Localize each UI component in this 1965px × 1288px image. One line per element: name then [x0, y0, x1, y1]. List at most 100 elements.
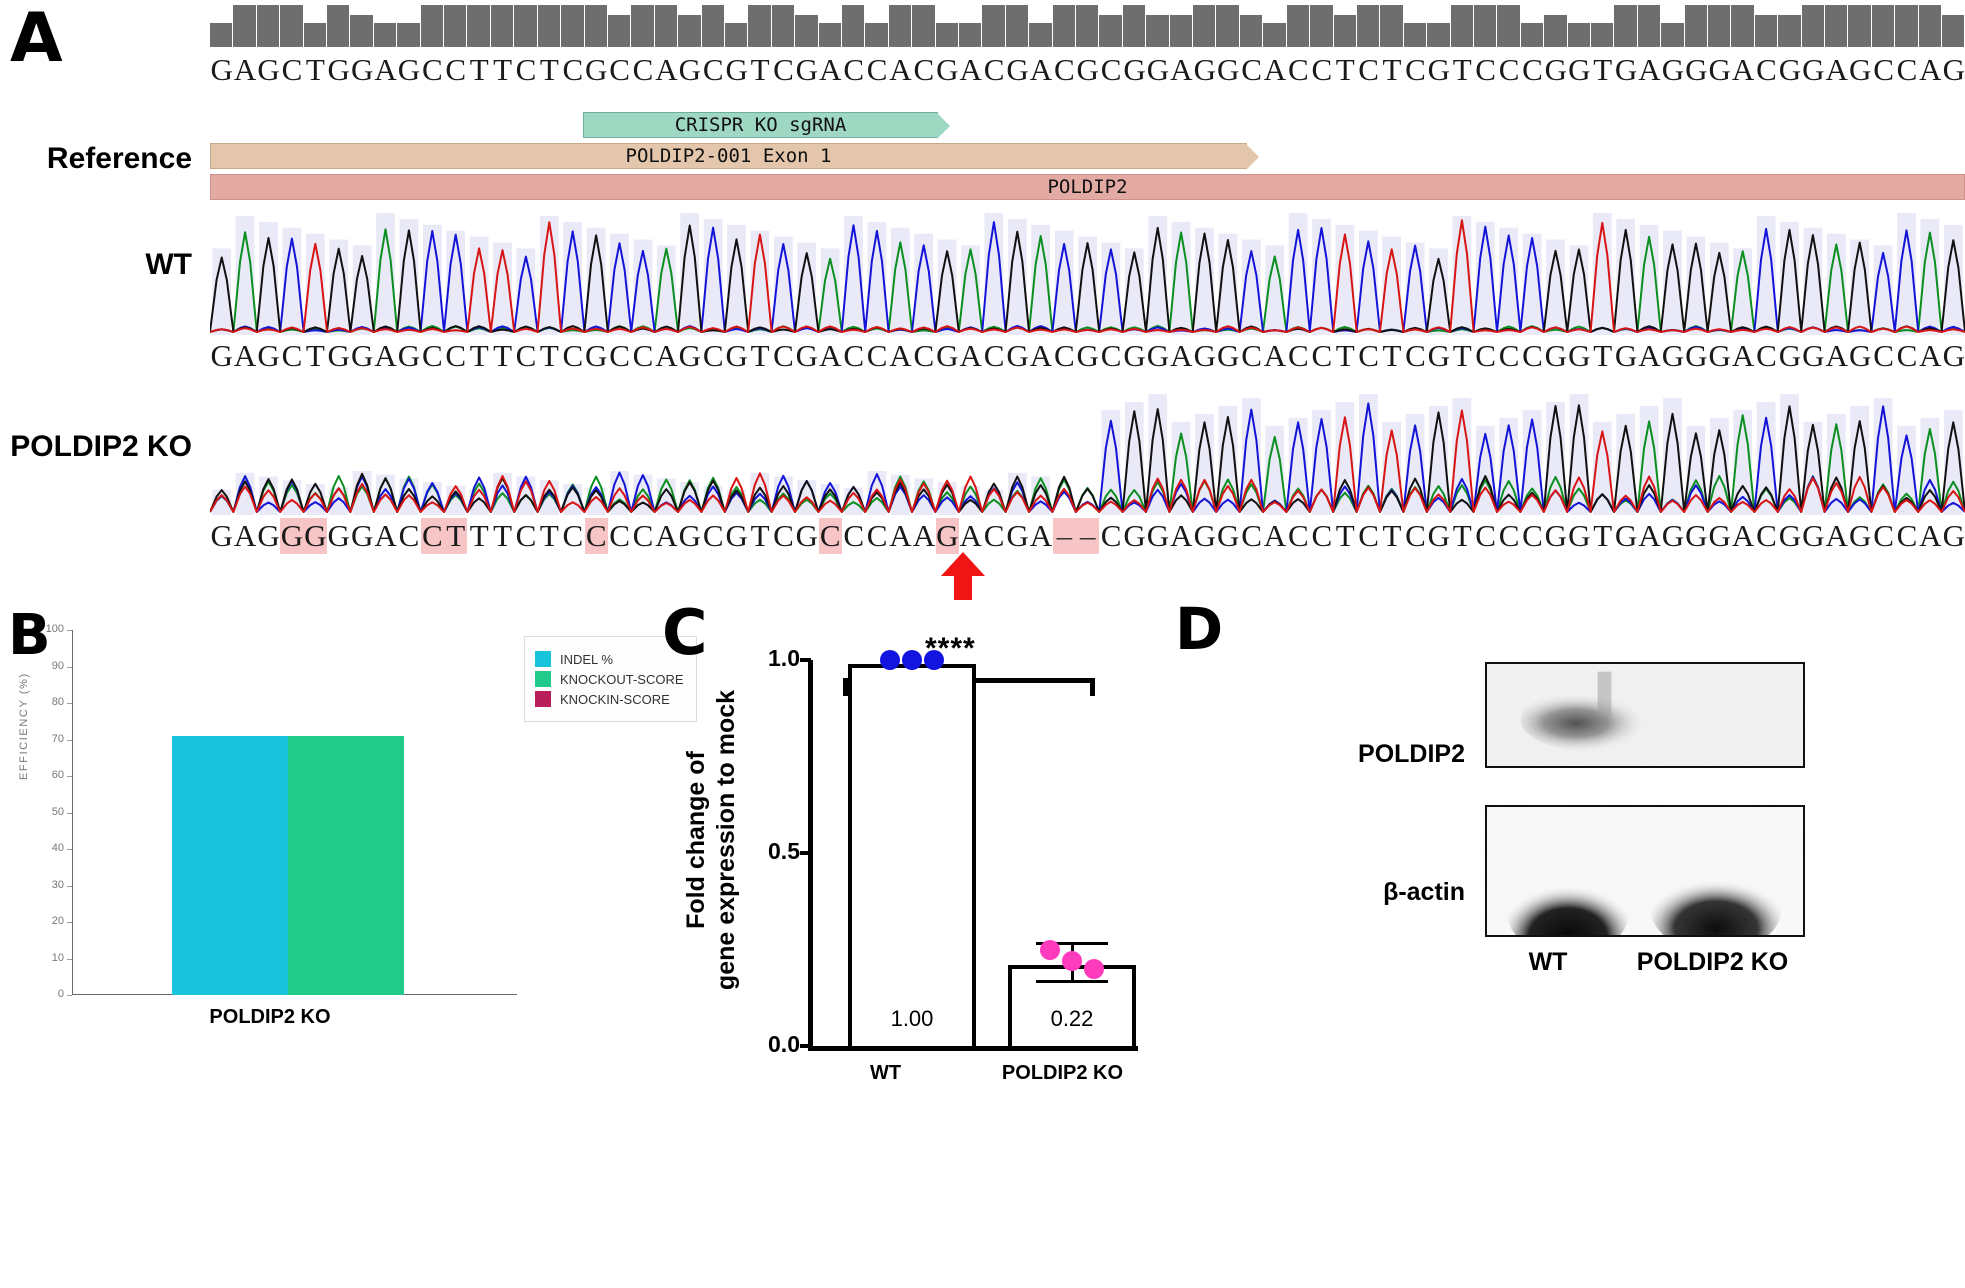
c-data-point[interactable]: [1084, 958, 1104, 979]
c-data-point[interactable]: [924, 650, 944, 670]
sequence-base: A: [1170, 338, 1193, 373]
quality-bar: [1567, 22, 1591, 47]
quality-bar: [1544, 15, 1568, 47]
b-y-tick-label: 70: [51, 732, 64, 745]
c-bar-value-label: 1.00: [890, 1006, 934, 1031]
c-y-tick-mark: [800, 851, 811, 855]
sequence-base: T: [444, 518, 468, 554]
sequence-base: G: [1544, 338, 1568, 373]
quality-bar: [1169, 15, 1194, 47]
sequence-base: C: [1241, 338, 1262, 373]
quality-bar: [467, 5, 491, 47]
sequence-base: C: [1288, 518, 1309, 553]
sequence-base: G: [1193, 338, 1216, 373]
sequence-base: C: [1311, 518, 1333, 553]
quality-bar: [678, 15, 702, 47]
sequence-base: G: [210, 338, 233, 373]
quality-bar: [1661, 22, 1685, 47]
b-legend-swatch: [535, 691, 551, 707]
blot-lane-label-ko: POLDIP2 KO: [1636, 948, 1789, 976]
b-axis-label-y: EFFICIENCY (%): [18, 672, 30, 780]
quality-bar: [1333, 15, 1357, 47]
quality-bar: [256, 5, 281, 47]
sequence-base: C: [422, 338, 443, 373]
c-data-point[interactable]: [880, 650, 900, 670]
c-bar-wt[interactable]: [848, 664, 976, 1050]
sequence-base: –: [1052, 518, 1077, 554]
panel-letter-a: A: [10, 0, 63, 78]
sequence-base: A: [959, 338, 982, 373]
sequence-base: T: [750, 52, 770, 87]
sequence-base: C: [1756, 338, 1777, 373]
quality-bar: [280, 5, 304, 47]
sequence-base: T: [305, 338, 325, 373]
sequence-base: A: [1263, 518, 1287, 553]
c-error-bar-cap-lower: [1036, 980, 1108, 984]
sequence-base: C: [1475, 518, 1496, 553]
quality-bar: [514, 5, 538, 47]
sequence-base: C: [1311, 52, 1333, 87]
quality-bar: [841, 5, 866, 47]
b-y-tick-mark: [67, 666, 72, 668]
sequence-base: C: [1405, 52, 1426, 87]
row-label-wt: WT: [145, 248, 192, 281]
sequence-base: C: [1873, 52, 1894, 87]
sequence-base: A: [1919, 518, 1942, 553]
quality-bar: [210, 22, 234, 47]
sequence-base: G: [1802, 338, 1825, 373]
quality-bar: [233, 5, 257, 47]
sequence-base: C: [609, 518, 630, 553]
b-category-label: POLDIP2 KO: [209, 1006, 331, 1028]
quality-bar: [935, 22, 959, 47]
sequence-base: C: [702, 52, 724, 87]
sequence-base: G: [1778, 518, 1802, 553]
c-data-point[interactable]: [1062, 951, 1082, 972]
sequence-base: C: [632, 52, 654, 87]
b-y-tick-label: 80: [51, 696, 64, 708]
sequence-base: G: [1802, 518, 1825, 553]
blot-lane-label-wt: WT: [1528, 948, 1568, 976]
quality-bar: [584, 5, 608, 47]
sequence-base: G: [1427, 52, 1451, 87]
sequence-base: C: [609, 52, 630, 87]
sequence-base: T: [469, 518, 489, 553]
sequence-base: C: [1498, 518, 1520, 553]
sequence-base: G: [257, 518, 280, 553]
quality-bar: [959, 22, 983, 47]
chromatogram-ko: [210, 385, 1965, 515]
sequence-base: C: [818, 518, 842, 554]
annotation-crispr-sgrna[interactable]: CRISPR KO sgRNA: [583, 112, 950, 139]
sequence-base: G: [1076, 52, 1099, 87]
c-data-point[interactable]: [1040, 939, 1060, 960]
quality-bar: [1029, 22, 1053, 47]
quality-bar: [1239, 15, 1264, 47]
sequence-base: G: [327, 52, 350, 87]
annotation-exon[interactable]: POLDIP2-001 Exon 1: [210, 143, 1259, 170]
quality-bar: [701, 5, 725, 47]
sequence-base: G: [1216, 338, 1240, 373]
sequence-base: A: [374, 338, 397, 373]
b-bar-indel-[interactable]: [172, 735, 288, 995]
sequence-base: T: [469, 338, 489, 373]
sequence-base: C: [866, 518, 888, 553]
b-legend-swatch: [535, 671, 551, 687]
annotation-sgrna-label: CRISPR KO sgRNA: [674, 114, 847, 136]
sequence-base: C: [1100, 52, 1122, 87]
b-bar-knockout-score[interactable]: [288, 735, 404, 995]
sequence-base: G: [1685, 338, 1708, 373]
sequence-base: G: [1544, 518, 1568, 553]
sequence-base: C: [1756, 52, 1777, 87]
sequence-base: G: [1123, 338, 1146, 373]
quality-bar: [1122, 5, 1147, 47]
sequence-base: G: [1614, 338, 1638, 373]
b-y-tick-mark: [67, 849, 72, 850]
b-legend-swatch: [535, 651, 551, 667]
annotation-gene[interactable]: POLDIP2: [210, 174, 1965, 200]
quality-bar: [1614, 5, 1638, 47]
sequence-base: T: [1593, 338, 1613, 373]
panel-c-qpcr-chart: C **** Fold change of gene expression to…: [660, 600, 1175, 1288]
c-data-point[interactable]: [902, 650, 922, 670]
sequence-base: G: [350, 52, 374, 87]
arrow-right-icon: [1246, 144, 1259, 170]
ko-sequence-text: G A G G G G G A C C T T T C T C C C C A G C G T C G C C C A A G A C G A – – C G…: [210, 518, 1965, 554]
